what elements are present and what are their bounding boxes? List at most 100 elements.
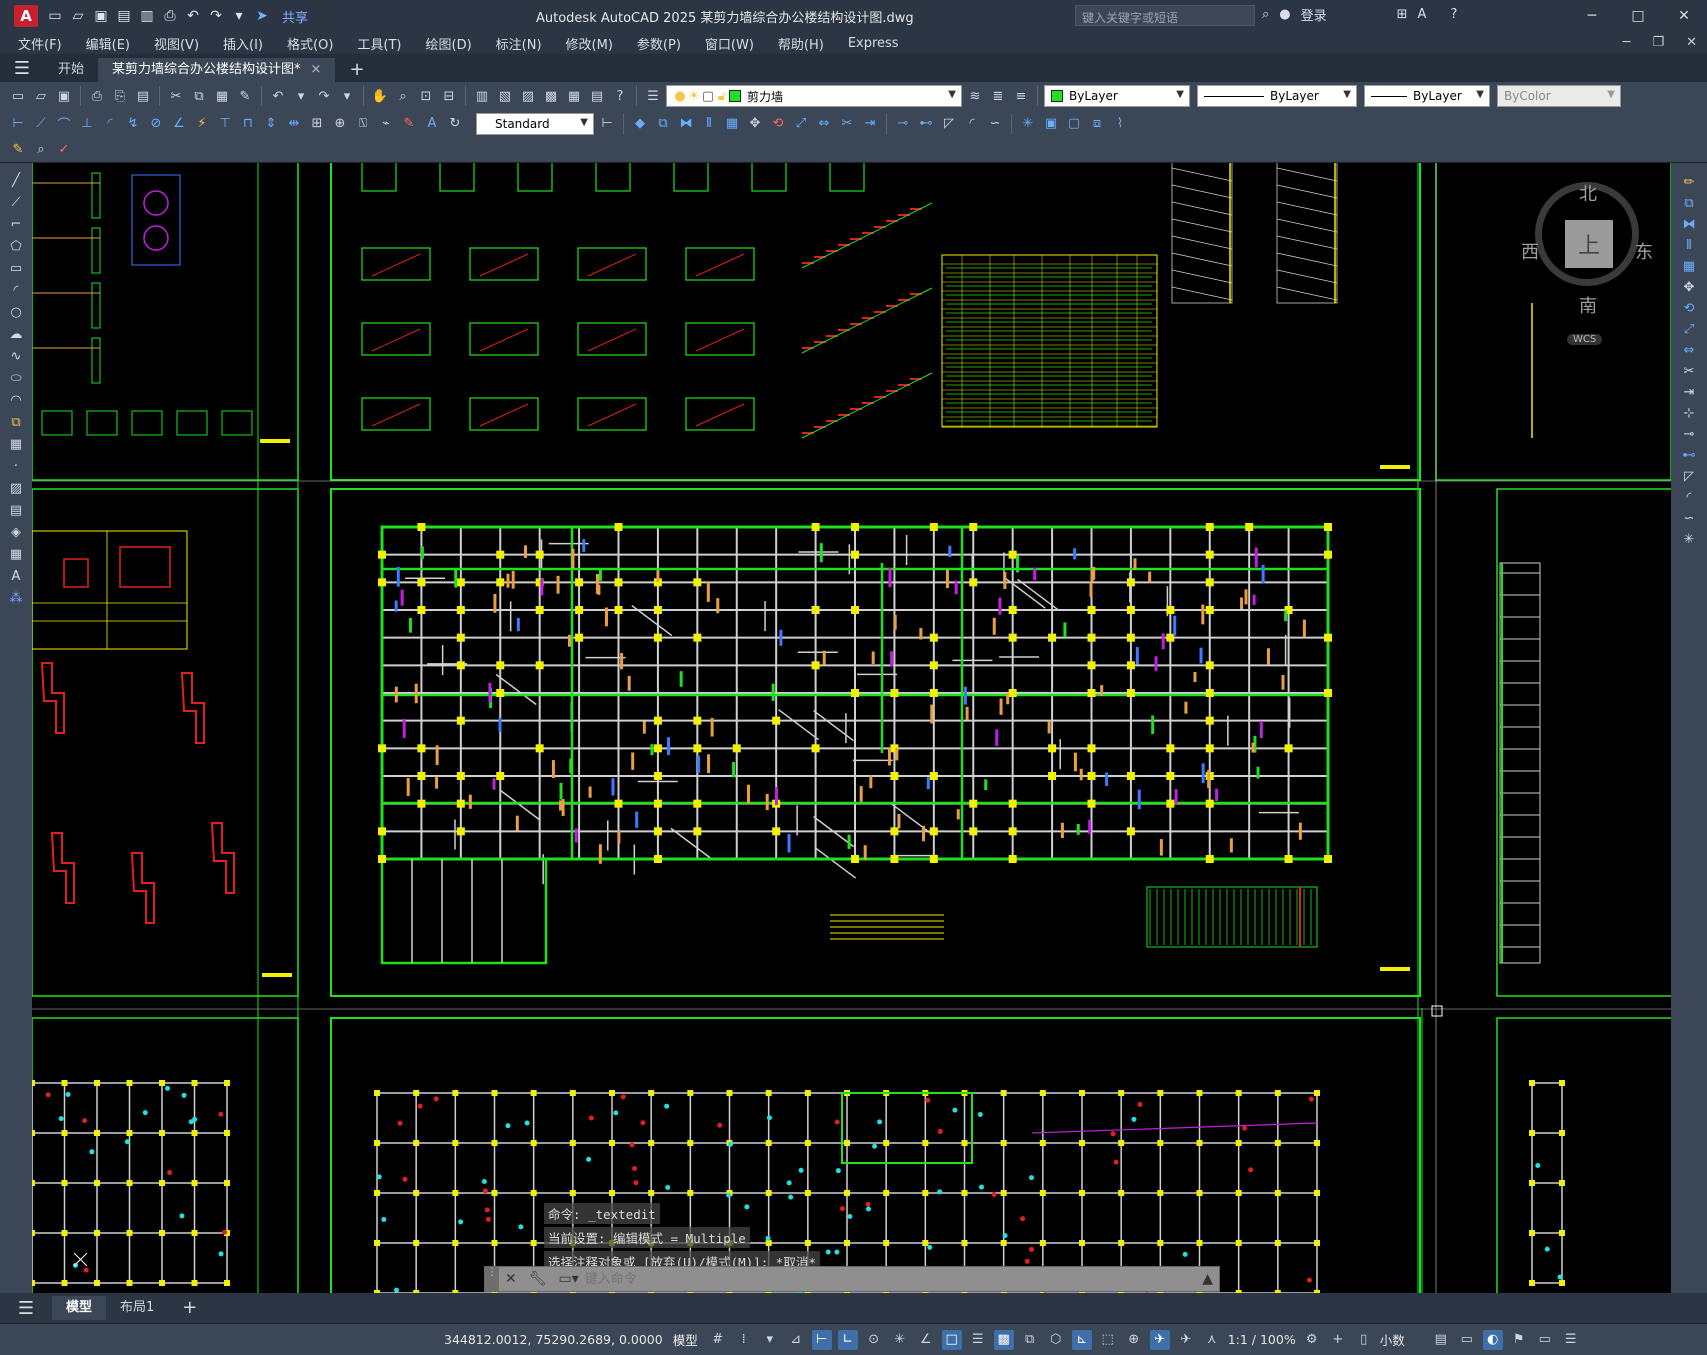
new-file-icon[interactable]: ▭	[46, 7, 64, 25]
doc-minimize-icon[interactable]: ─	[1623, 32, 1631, 54]
gizmo-icon[interactable]: ⊕	[1124, 1330, 1144, 1350]
selection-cycling-icon[interactable]: ⧉	[1020, 1330, 1040, 1350]
fillet-icon[interactable]: ◜	[962, 114, 982, 134]
application-menu-button[interactable]: A	[14, 5, 38, 27]
share-icon[interactable]: ➤	[253, 7, 271, 25]
polyline-icon[interactable]: ⌐	[5, 215, 27, 233]
command-line-grip[interactable]: ⋮	[485, 1267, 499, 1291]
close-icon[interactable]: ✕	[505, 1271, 517, 1287]
break-at-point-icon[interactable]: ⊹	[1678, 404, 1700, 422]
command-history-toggle-icon[interactable]: ▲	[1202, 1271, 1213, 1287]
save-as-icon[interactable]: ▤	[115, 7, 133, 25]
point-icon[interactable]: ·	[5, 457, 27, 475]
viewcube-top-face[interactable]: 上	[1565, 220, 1613, 268]
lock-ui-icon[interactable]: ▭	[1457, 1330, 1477, 1350]
dynamic-ucs-icon[interactable]: ⊾	[1071, 1329, 1092, 1350]
menu-draw[interactable]: 绘图(D)	[426, 34, 472, 53]
copy-object-icon[interactable]: ⧉	[653, 114, 673, 134]
tab-start[interactable]: 开始	[44, 58, 98, 82]
ungroup-icon[interactable]: ▢	[1064, 114, 1084, 134]
menu-edit[interactable]: 编辑(E)	[86, 34, 130, 53]
redo-icon[interactable]: ↷	[314, 86, 334, 106]
recent-commands-icon[interactable]: ▭▾	[559, 1271, 579, 1287]
tab-model[interactable]: 模型	[52, 1296, 107, 1320]
new-tab-button[interactable]: +	[335, 58, 378, 82]
join-icon[interactable]: ⊷	[1678, 446, 1700, 464]
customize-wrench-icon[interactable]: 🔧︎	[529, 1271, 547, 1287]
menu-window[interactable]: 窗口(W)	[705, 34, 754, 53]
menu-file[interactable]: 文件(F)	[18, 34, 62, 53]
tolerance-icon[interactable]: ⊞	[307, 114, 327, 134]
doc-restore-icon[interactable]: ❐	[1652, 32, 1664, 54]
add-layout-button[interactable]: +	[168, 1296, 211, 1320]
lineweight-dropdown[interactable]: ByLayer ▼	[1364, 85, 1490, 107]
pan-icon[interactable]: ✋	[370, 86, 390, 106]
object-snap-tracking-icon[interactable]: ∠	[916, 1330, 936, 1350]
circle-icon[interactable]: ○	[5, 303, 27, 321]
tab-document[interactable]: 某剪力墙综合办公楼结构设计图* ×	[98, 58, 336, 82]
share-button[interactable]: 共享	[282, 7, 308, 26]
erase-icon[interactable]: ◆	[630, 114, 650, 134]
paste-icon[interactable]: ▦	[212, 86, 232, 106]
menu-express[interactable]: Express	[848, 36, 899, 51]
undo-dropdown-icon[interactable]: ▾	[291, 86, 311, 106]
isolate-objects-icon[interactable]: ◐	[1482, 1329, 1503, 1350]
units-icon[interactable]: ▯	[1354, 1330, 1374, 1350]
menu-modify[interactable]: 修改(M)	[566, 34, 613, 53]
dynamic-input-icon[interactable]: ⊢	[811, 1329, 832, 1350]
dimension-edit-icon[interactable]: ✎	[399, 114, 419, 134]
fillet-icon[interactable]: ◜	[1678, 488, 1700, 506]
linear-dimension-icon[interactable]: ⊢	[8, 114, 28, 134]
plot-preview-icon[interactable]: ⎘	[110, 86, 130, 106]
design-center-icon[interactable]: ▧	[495, 86, 515, 106]
dimension-update-icon[interactable]: ↻	[445, 114, 465, 134]
layer-previous-icon[interactable]: ≣	[988, 86, 1008, 106]
offset-icon[interactable]: ⫴	[1678, 236, 1700, 254]
cut-icon[interactable]: ✂	[166, 86, 186, 106]
spell-check-icon[interactable]: ✓	[54, 140, 74, 160]
close-tab-icon[interactable]: ×	[311, 62, 322, 77]
pedit-icon[interactable]: ⌇	[1110, 114, 1130, 134]
dimension-text-edit-icon[interactable]: A	[422, 114, 442, 134]
cart-icon[interactable]: ⊞	[1397, 7, 1408, 22]
layer-properties-icon[interactable]: ☰	[643, 86, 663, 106]
ordinate-dimension-icon[interactable]: ⊥	[77, 114, 97, 134]
group-icon[interactable]: ▣	[1041, 114, 1061, 134]
menu-parametric[interactable]: 参数(P)	[637, 34, 681, 53]
jogged-linear-icon[interactable]: ⌁	[376, 114, 396, 134]
copy-icon[interactable]: ⧉	[1678, 194, 1700, 212]
ortho-icon[interactable]: ∟	[837, 1329, 858, 1350]
diameter-dimension-icon[interactable]: ⊘	[146, 114, 166, 134]
extend-icon[interactable]: ⇥	[860, 114, 880, 134]
find-icon[interactable]: ⌕	[31, 140, 51, 160]
annotation-visibility-icon[interactable]: ✈	[1149, 1329, 1170, 1350]
redo-icon[interactable]: ↷	[207, 7, 225, 25]
revision-cloud-icon[interactable]: ☁	[5, 325, 27, 343]
search-icon[interactable]: ⌕	[1262, 7, 1269, 22]
open-icon[interactable]: ▱	[31, 86, 51, 106]
scale-icon[interactable]: ⤢	[791, 114, 811, 134]
blend-icon[interactable]: ∽	[985, 114, 1005, 134]
grid-icon[interactable]: #	[708, 1330, 728, 1350]
minimize-icon[interactable]: ─	[1569, 0, 1615, 32]
compass-south[interactable]: 南	[1579, 292, 1597, 318]
annotation-scale-value[interactable]: 1:1 / 100%	[1228, 1332, 1296, 1347]
properties-icon[interactable]: ▥	[472, 86, 492, 106]
explode-icon[interactable]: ✳	[1018, 114, 1038, 134]
spline-icon[interactable]: ∿	[5, 347, 27, 365]
mirror-icon[interactable]: ⧓	[1678, 215, 1700, 233]
sheet-set-icon[interactable]: ▩	[541, 86, 561, 106]
stretch-icon[interactable]: ⇔	[814, 114, 834, 134]
arc-length-icon[interactable]: ⌒	[54, 114, 74, 134]
hatch-icon[interactable]: ▨	[5, 479, 27, 497]
lineweight-icon[interactable]: ☰	[968, 1330, 988, 1350]
arc-icon[interactable]: ◜	[5, 281, 27, 299]
menu-dimension[interactable]: 标注(N)	[496, 34, 542, 53]
scale-icon[interactable]: ⤢	[1678, 320, 1700, 338]
gradient-icon[interactable]: ▤	[5, 501, 27, 519]
dimension-space-icon[interactable]: ⇕	[261, 114, 281, 134]
qnew-icon[interactable]: ▭	[8, 86, 28, 106]
drawing-canvas[interactable]	[32, 163, 1671, 1293]
redo-dropdown-icon[interactable]: ▾	[337, 86, 357, 106]
stretch-icon[interactable]: ⇔	[1678, 341, 1700, 359]
